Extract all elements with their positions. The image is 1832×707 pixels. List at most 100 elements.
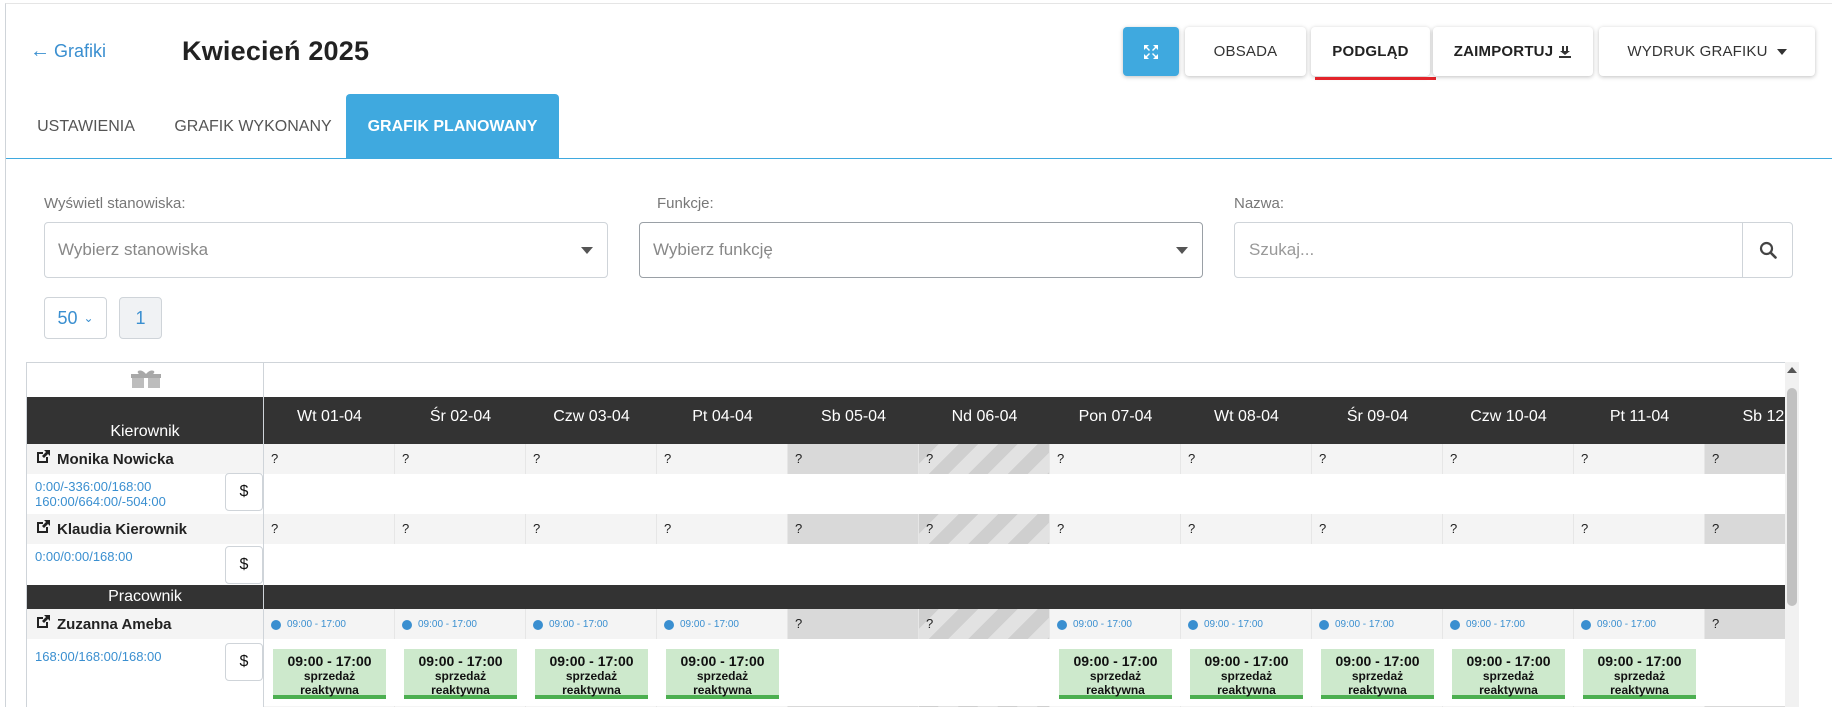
day-cell[interactable]: ? [1443, 514, 1574, 544]
schedule-grid: Kierownik Wt 01-04 Śr 02-04 Czw 03-04 Pt 04… [26, 362, 1799, 707]
gift-icon[interactable] [131, 369, 161, 394]
print-schedule-dropdown[interactable]: WYDRUK GRAFIKU [1599, 27, 1815, 76]
day-cell[interactable]: ? [1181, 514, 1312, 544]
import-button[interactable]: ZAIMPORTUJ [1433, 27, 1593, 76]
employee-name[interactable]: Monika Nowicka [27, 444, 263, 474]
day-cell[interactable]: ? [1050, 514, 1181, 544]
shift-function: reaktywna [1610, 683, 1669, 697]
import-icon [1559, 45, 1572, 58]
shift-block[interactable]: 09:00 - 17:00 sprzedaż reaktywna [666, 649, 779, 699]
shift-time: 09:00 - 17:00 [418, 653, 503, 669]
day-cell[interactable]: ? [1312, 514, 1443, 544]
scroll-up-icon[interactable] [1787, 367, 1797, 373]
shift-time: 09:00 - 17:00 [1073, 653, 1158, 669]
day-cell[interactable]: ? [264, 444, 395, 474]
day-cell[interactable]: ? [264, 514, 395, 544]
search-button[interactable] [1742, 223, 1792, 277]
back-link-label: Grafiki [54, 41, 107, 61]
positions-select[interactable]: Wybierz stanowiska [44, 222, 608, 278]
day-cell[interactable]: 09:00 - 17:00 [657, 609, 788, 639]
shift-function: sprzedaż [1482, 669, 1535, 683]
day-cell[interactable]: ? [1050, 444, 1181, 474]
day-cell[interactable]: ? [1312, 444, 1443, 474]
shift-dot-icon [271, 619, 281, 630]
tab-bar: USTAWIENIA GRAFIK WYKONANY GRAFIK PLANOW… [6, 94, 1832, 159]
day-cell[interactable]: 09:00 - 17:00 [1574, 609, 1705, 639]
day-header: Sb 05-04 [821, 408, 886, 425]
section-label: Pracownik [108, 588, 182, 605]
day-cell[interactable]: ? [788, 514, 919, 544]
day-cell[interactable]: ? [395, 444, 526, 474]
shift-function: sprzedaż [1220, 669, 1273, 683]
day-cell[interactable]: ? [526, 514, 657, 544]
day-cell[interactable]: 09:00 - 17:00 [395, 609, 526, 639]
day-cell[interactable]: 09:00 - 17:00 [1181, 609, 1312, 639]
day-cell[interactable]: ? [919, 514, 1050, 544]
shift-time-summary: 09:00 - 17:00 [287, 619, 346, 631]
functions-select[interactable]: Wybierz funkcję [639, 222, 1203, 278]
day-header: Nd 06-04 [951, 408, 1018, 425]
employee-name-label: Klaudia Kierownik [57, 520, 188, 538]
day-header: Wt 01-04 [297, 408, 362, 425]
day-cell[interactable]: ? [1574, 444, 1705, 474]
shift-block[interactable]: 09:00 - 17:00 sprzedaż reaktywna [535, 649, 648, 699]
tab-planned-schedule[interactable]: GRAFIK PLANOWANY [346, 94, 559, 159]
day-cell[interactable]: 09:00 - 17:00 [526, 609, 657, 639]
employee-name-label: Zuzanna Ameba [57, 615, 172, 633]
salary-button[interactable]: $ [225, 643, 263, 681]
shift-block[interactable]: 09:00 - 17:00 sprzedaż reaktywna [404, 649, 517, 699]
external-link-icon[interactable] [35, 449, 51, 469]
shift-block[interactable]: 09:00 - 17:00 sprzedaż reaktywna [273, 649, 386, 699]
search-input[interactable] [1235, 223, 1742, 277]
day-cell[interactable]: ? [657, 444, 788, 474]
shift-block[interactable]: 09:00 - 17:00 sprzedaż reaktywna [1059, 649, 1172, 699]
page-button-current[interactable]: 1 [119, 297, 162, 339]
day-cell[interactable]: ? [395, 514, 526, 544]
scrollbar-thumb[interactable] [1787, 388, 1797, 606]
day-cell[interactable]: ? [919, 609, 1050, 639]
column-divider [263, 363, 264, 707]
vertical-scrollbar[interactable] [1785, 362, 1799, 707]
day-cell[interactable]: ? [1443, 444, 1574, 474]
shift-function: reaktywna [693, 683, 752, 697]
shift-function: reaktywna [562, 683, 621, 697]
functions-filter-label: Funkcje: [657, 195, 714, 212]
day-cell[interactable]: ? [1574, 514, 1705, 544]
per-page-select[interactable]: 50 ⌄ [44, 297, 107, 339]
day-cell[interactable]: 09:00 - 17:00 [1312, 609, 1443, 639]
obsada-button[interactable]: OBSADA [1185, 27, 1306, 76]
employee-hours: 0:00/-336:00/168:00 [35, 479, 152, 494]
external-link-icon[interactable] [35, 614, 51, 634]
day-cell[interactable]: ? [788, 444, 919, 474]
day-cell[interactable]: ? [526, 444, 657, 474]
shift-dot-icon [1319, 619, 1329, 630]
shift-function: reaktywna [1086, 683, 1145, 697]
print-schedule-label: WYDRUK GRAFIKU [1627, 43, 1768, 60]
shift-function: sprzedaż [696, 669, 749, 683]
fullscreen-button[interactable] [1123, 27, 1179, 76]
tab-executed-schedule[interactable]: GRAFIK WYKONANY [168, 95, 338, 158]
day-cell[interactable]: 09:00 - 17:00 [1050, 609, 1181, 639]
back-to-schedules-link[interactable]: ← Grafiki [30, 40, 106, 63]
day-cell[interactable]: ? [788, 609, 919, 639]
day-cell[interactable]: 09:00 - 17:00 [1443, 609, 1574, 639]
preview-active-underline [1315, 77, 1436, 80]
salary-button[interactable]: $ [225, 546, 263, 584]
day-cell[interactable]: ? [657, 514, 788, 544]
employee-name[interactable]: Klaudia Kierownik [27, 514, 263, 544]
shift-block[interactable]: 09:00 - 17:00 sprzedaż reaktywna [1452, 649, 1565, 699]
shift-block[interactable]: 09:00 - 17:00 sprzedaż reaktywna [1583, 649, 1696, 699]
day-header: Czw 10-04 [1470, 408, 1547, 425]
chevron-down-icon: ⌄ [83, 311, 94, 325]
employee-name[interactable]: Zuzanna Ameba [27, 609, 263, 639]
shift-block[interactable]: 09:00 - 17:00 sprzedaż reaktywna [1321, 649, 1434, 699]
shift-dot-icon [1057, 619, 1067, 630]
day-cell[interactable]: 09:00 - 17:00 [264, 609, 395, 639]
salary-button[interactable]: $ [225, 473, 263, 511]
day-cell[interactable]: ? [1181, 444, 1312, 474]
shift-block[interactable]: 09:00 - 17:00 sprzedaż reaktywna [1190, 649, 1303, 699]
preview-button[interactable]: PODGLĄD [1311, 27, 1436, 80]
tab-settings[interactable]: USTAWIENIA [32, 95, 140, 158]
day-cell[interactable]: ? [919, 444, 1050, 474]
external-link-icon[interactable] [35, 519, 51, 539]
